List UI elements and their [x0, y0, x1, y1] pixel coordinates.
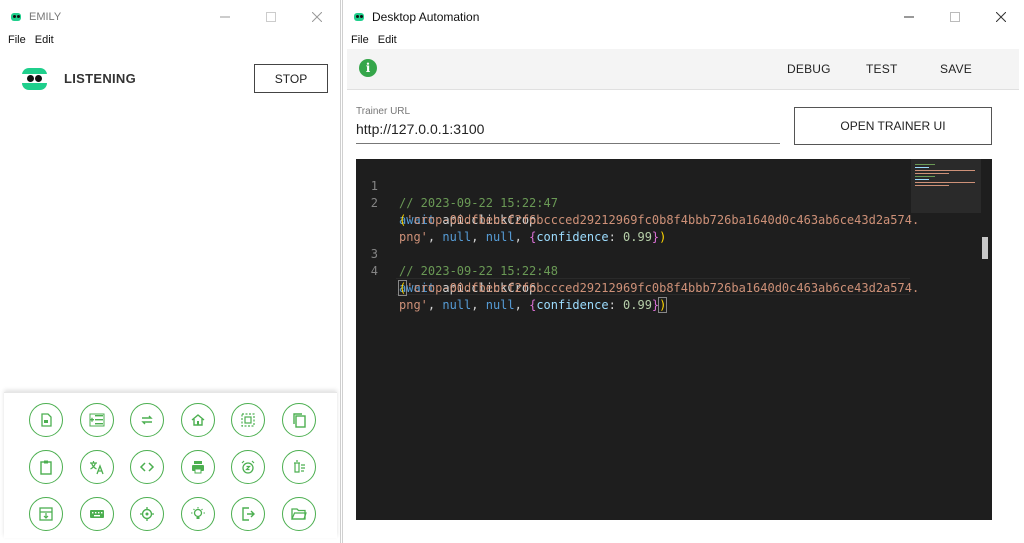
tool-alarm[interactable] — [231, 450, 266, 484]
select-area-icon — [241, 413, 255, 427]
emily-window: EMILY File Edit LISTENING STOP — [0, 0, 341, 543]
tool-save-file[interactable] — [29, 403, 63, 437]
exit-icon — [242, 507, 256, 521]
tool-code[interactable] — [130, 450, 165, 484]
alarm-icon — [241, 460, 255, 474]
info-icon[interactable]: i — [359, 59, 377, 77]
tool-list-add[interactable] — [79, 403, 114, 437]
maximize-button[interactable] — [932, 0, 978, 34]
maximize-button[interactable] — [248, 0, 294, 34]
clipboard-icon — [40, 460, 52, 475]
code-line-wrap: ('crop-00dfbebcf2f6bccced29212969fc0b8f4… — [397, 280, 920, 296]
editor-scroll-thumb[interactable] — [982, 237, 988, 259]
tool-keyboard[interactable] — [79, 497, 114, 531]
menu-edit[interactable]: Edit — [35, 34, 54, 46]
folder-open-icon — [291, 508, 307, 520]
trainer-url-label: Trainer URL — [356, 106, 411, 117]
automation-app-icon — [353, 11, 365, 23]
tool-copy[interactable] — [281, 403, 316, 437]
code-line: 2 await api.clickCrop — [356, 178, 906, 227]
code-line: 3 // 2023-09-22 15:22:48 — [356, 229, 906, 278]
archive-icon — [39, 507, 53, 521]
code-editor[interactable]: 1 // 2023-09-22 15:22:47 2 await api.cli… — [356, 159, 992, 520]
automation-menubar: File Edit — [343, 31, 398, 49]
confidence-key: confidence — [536, 298, 609, 312]
automation-titlebar: Desktop Automation — [343, 0, 1024, 34]
debug-button[interactable]: DEBUG — [787, 62, 831, 76]
tool-grid — [29, 403, 316, 531]
tool-lightbulb[interactable] — [180, 497, 215, 531]
tool-crosshair[interactable] — [130, 497, 165, 531]
emily-logo — [22, 66, 47, 91]
close-button[interactable] — [294, 0, 340, 34]
menu-edit[interactable]: Edit — [378, 34, 397, 46]
editor-minimap[interactable] — [911, 159, 981, 213]
null-keyword: null — [442, 298, 472, 312]
menu-file[interactable]: File — [351, 34, 369, 46]
emily-app-icon — [10, 11, 22, 23]
test-button[interactable]: TEST — [866, 62, 897, 76]
close-button[interactable] — [978, 0, 1024, 34]
close-icon — [312, 12, 322, 22]
automation-toolbar: i DEBUG TEST SAVE — [347, 49, 1019, 90]
lightbulb-icon — [190, 507, 205, 519]
code-line-wrap: png', null, null, {confidence: 0.99}) — [399, 230, 667, 244]
tool-exit[interactable] — [231, 497, 266, 531]
keyboard-icon — [89, 510, 104, 518]
minimize-button[interactable] — [886, 0, 932, 34]
trainer-url-input[interactable]: http://127.0.0.1:3100 — [356, 118, 780, 144]
tool-print[interactable] — [180, 450, 215, 484]
maximize-icon — [950, 12, 960, 22]
minimize-button[interactable] — [202, 0, 248, 34]
tool-select-area[interactable] — [231, 403, 266, 437]
copy-icon — [293, 413, 306, 428]
tool-repeat[interactable] — [130, 403, 165, 437]
tool-panel — [4, 392, 337, 538]
save-button[interactable]: SAVE — [940, 62, 972, 76]
save-file-icon — [41, 413, 52, 427]
stop-button[interactable]: STOP — [254, 64, 328, 93]
emily-status-header: LISTENING STOP — [0, 58, 341, 102]
maximize-icon — [266, 12, 276, 22]
open-trainer-button[interactable]: OPEN TRAINER UI — [794, 107, 992, 145]
emily-menubar: File Edit — [0, 31, 55, 49]
minimize-icon — [220, 16, 230, 18]
listening-status: LISTENING — [64, 71, 137, 86]
code-icon — [140, 462, 155, 472]
text-cursor — [666, 297, 668, 311]
confidence-value: 0.99 — [623, 298, 652, 312]
crosshair-icon — [140, 507, 155, 521]
editor-scrollbar[interactable] — [978, 159, 992, 520]
minimize-icon — [904, 16, 914, 18]
translate-icon — [89, 461, 104, 475]
tool-folder-open[interactable] — [281, 497, 316, 531]
code-line: 1 // 2023-09-22 15:22:47 — [356, 161, 906, 210]
crop-string-end: png' — [399, 298, 428, 312]
list-add-icon — [89, 413, 105, 427]
tool-delete-list[interactable] — [281, 450, 316, 484]
tool-archive[interactable] — [29, 497, 63, 531]
tool-translate[interactable] — [79, 450, 114, 484]
code-line-wrap: png', null, null, {confidence: 0.99}) — [399, 297, 668, 313]
close-icon — [996, 12, 1006, 22]
tool-clipboard[interactable] — [29, 450, 63, 484]
null-keyword: null — [485, 298, 515, 312]
code-line: 4 await api.clickCrop — [356, 246, 906, 295]
print-icon — [191, 461, 204, 474]
home-icon — [191, 414, 205, 426]
window-title: Desktop Automation — [372, 10, 480, 24]
window-title: EMILY — [29, 11, 62, 23]
delete-list-icon — [293, 460, 305, 473]
tool-home[interactable] — [180, 403, 215, 437]
automation-window: Desktop Automation File Edit i DEBUG TES… — [342, 0, 1024, 543]
repeat-icon — [141, 415, 153, 425]
code-line-wrap: ('crop-00dfbebcf2f6bccced29212969fc0b8f4… — [399, 213, 920, 227]
emily-titlebar: EMILY — [0, 0, 340, 34]
menu-file[interactable]: File — [8, 34, 26, 46]
